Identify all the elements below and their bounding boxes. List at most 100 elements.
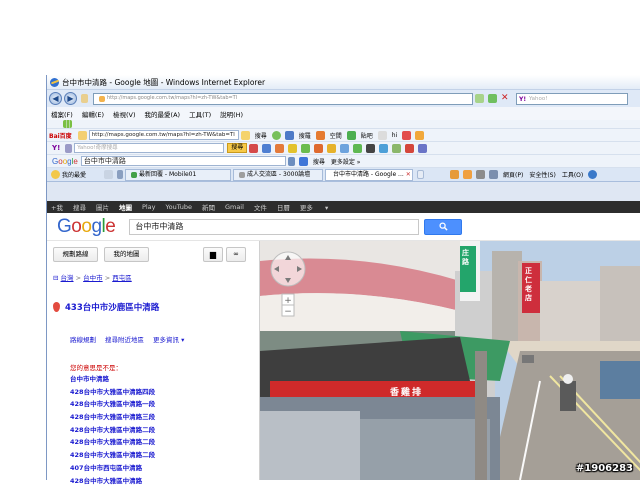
- dropdown-icon[interactable]: [81, 94, 88, 103]
- yahoo-more-icon[interactable]: [418, 144, 427, 153]
- back-icon[interactable]: ◀: [49, 92, 62, 105]
- yahoo-dropdown-icon[interactable]: [65, 144, 72, 153]
- forward-icon[interactable]: ▶: [64, 92, 77, 105]
- list-item[interactable]: 428台中市大雅區中清路: [70, 475, 155, 487]
- yahoo-tv-icon[interactable]: [379, 144, 388, 153]
- baidu-hi[interactable]: hi: [392, 132, 397, 139]
- baidu-souluo[interactable]: 搜羅: [299, 131, 311, 140]
- list-item[interactable]: 428台中市大雅區中清路四段: [70, 386, 155, 399]
- tab-list-icon[interactable]: [117, 170, 123, 179]
- new-tab-icon[interactable]: [417, 170, 424, 179]
- yahoo-finance-icon[interactable]: [392, 144, 401, 153]
- menu-tools[interactable]: 工具(T): [189, 109, 211, 119]
- yahoo-search-button[interactable]: 搜尋: [227, 143, 247, 153]
- tab-forum[interactable]: 成人交流區 - 3000論壇: [233, 169, 323, 181]
- tab-mobile01[interactable]: 最新回覆 - Mobile01: [125, 169, 231, 181]
- menu-file[interactable]: 檔案(F): [51, 109, 73, 119]
- gbar-maps[interactable]: 地圖: [119, 202, 132, 212]
- favorites-button[interactable]: 我的最愛: [62, 170, 86, 179]
- page-menu[interactable]: 網頁(P): [503, 170, 523, 179]
- menu-edit[interactable]: 編輯(E): [82, 109, 104, 119]
- yahoo-music-icon[interactable]: [314, 144, 323, 153]
- pen-icon[interactable]: [415, 131, 424, 140]
- google-search-icon[interactable]: [299, 157, 308, 166]
- space-icon[interactable]: [316, 131, 325, 140]
- list-item[interactable]: 428台中市大雅區中清路一段: [70, 398, 155, 411]
- yahoo-auction-icon[interactable]: [288, 144, 297, 153]
- tieba-icon[interactable]: [347, 131, 356, 140]
- baidu-souluo-icon[interactable]: [285, 131, 294, 140]
- yahoo-search-input[interactable]: Yahoo!奇摩搜尋: [74, 143, 224, 153]
- baidu-tieba[interactable]: 貼吧: [361, 131, 373, 140]
- menu-help[interactable]: 說明(H): [220, 109, 243, 119]
- yahoo-logo-icon[interactable]: Y!: [52, 144, 60, 152]
- directions-plan-button[interactable]: 規劃路線: [53, 247, 98, 262]
- street-view[interactable]: + − 庄路 正仁老店 香雞排 #1906283: [260, 241, 640, 480]
- yahoo-answers-icon[interactable]: [340, 144, 349, 153]
- yahoo-map-icon[interactable]: [353, 144, 362, 153]
- globe-icon[interactable]: [272, 131, 281, 140]
- yahoo-shop-icon[interactable]: [275, 144, 284, 153]
- print-button[interactable]: ▆: [203, 247, 223, 262]
- list-item[interactable]: 428台中市大雅區中清路二段: [70, 424, 155, 437]
- folder-icon[interactable]: [78, 131, 87, 140]
- tools-menu[interactable]: 工具(O): [562, 170, 583, 179]
- gbar-gmail[interactable]: Gmail: [225, 203, 244, 211]
- address-bar[interactable]: http://maps.google.com.tw/maps?hl=zh-TW&…: [93, 93, 473, 105]
- baidu-logo-icon[interactable]: Bai百度: [49, 131, 72, 140]
- gbar-images[interactable]: 圖片: [96, 202, 109, 212]
- yahoo-video-icon[interactable]: [405, 144, 414, 153]
- baidu-search-icon[interactable]: [241, 131, 250, 140]
- list-item[interactable]: 407台中市西屯區中清路: [70, 462, 155, 475]
- menu-view[interactable]: 檢視(V): [113, 109, 136, 119]
- tab-close-icon[interactable]: ✕: [406, 169, 411, 180]
- list-item[interactable]: 428台中市大雅區中清路三段: [70, 411, 155, 424]
- read-mail-icon[interactable]: [476, 170, 485, 179]
- yahoo-mail-icon[interactable]: [249, 144, 258, 153]
- breadcrumb-taiwan[interactable]: 台灣: [61, 274, 74, 282]
- home-icon[interactable]: [450, 170, 459, 179]
- place-result[interactable]: 433台中市沙鹿區中清路: [53, 301, 159, 313]
- safety-menu[interactable]: 安全性(S): [529, 170, 556, 179]
- list-item[interactable]: 428台中市大雅區中清路二段: [70, 449, 155, 462]
- baidu-url-box[interactable]: http://maps.google.com.tw/maps?hl=zh-TW&…: [89, 130, 239, 140]
- tab-google-maps[interactable]: 台中市中清路 - Google ... ✕: [325, 169, 413, 181]
- hi-icon[interactable]: [378, 131, 387, 140]
- translate-icon[interactable]: [402, 131, 411, 140]
- more-settings-button[interactable]: 更多設定 »: [331, 157, 361, 166]
- yahoo-news-icon[interactable]: [262, 144, 271, 153]
- print-icon[interactable]: [489, 170, 498, 179]
- collapse-icon[interactable]: ⊟: [53, 274, 58, 282]
- gbar-more[interactable]: 更多 ▾: [300, 202, 328, 212]
- gbar-plus-me[interactable]: +我: [51, 202, 63, 212]
- yahoo-movie-icon[interactable]: [366, 144, 375, 153]
- google-toolbar-search-button[interactable]: 搜尋: [313, 157, 325, 166]
- route-plan-link[interactable]: 路線規劃: [70, 334, 96, 344]
- my-maps-button[interactable]: 我的地圖: [104, 247, 149, 262]
- breadcrumb-taichung[interactable]: 台中市: [83, 274, 103, 282]
- place-title[interactable]: 433台中市沙鹿區中清路: [65, 301, 159, 313]
- search-nearby-link[interactable]: 搜尋附近地區: [105, 334, 144, 344]
- more-info-link[interactable]: 更多資訊 ▾: [153, 334, 184, 344]
- compat-view-icon[interactable]: [475, 94, 484, 103]
- breadcrumb-xitun[interactable]: 西屯區: [112, 274, 132, 282]
- quick-tabs-icon[interactable]: [104, 170, 113, 179]
- baidu-space[interactable]: 空間: [330, 131, 342, 140]
- baidu-search-button[interactable]: 搜尋: [255, 131, 267, 140]
- search-input[interactable]: Yahoo!: [516, 93, 628, 105]
- maps-search-button[interactable]: [424, 219, 462, 235]
- stop-icon[interactable]: ✕: [501, 94, 510, 103]
- help-icon[interactable]: [588, 170, 597, 179]
- maps-search-input[interactable]: 台中市中清路: [129, 219, 419, 235]
- google-toolbar-logo-icon[interactable]: Google: [52, 157, 78, 166]
- address-url[interactable]: http://maps.google.com.tw/maps?hl=zh-TW&…: [107, 93, 237, 104]
- gbar-play[interactable]: Play: [142, 203, 156, 211]
- gbar-youtube[interactable]: YouTube: [166, 203, 192, 211]
- gbar-news[interactable]: 新聞: [202, 202, 215, 212]
- favorites-star-icon[interactable]: [51, 170, 60, 179]
- google-toolbar-input[interactable]: 台中市中清路: [81, 156, 286, 166]
- google-logo[interactable]: Google: [57, 216, 115, 238]
- feeds-icon[interactable]: [463, 170, 472, 179]
- list-item[interactable]: 台中市中清路: [70, 373, 155, 386]
- google-toolbar-dropdown-icon[interactable]: [288, 157, 295, 166]
